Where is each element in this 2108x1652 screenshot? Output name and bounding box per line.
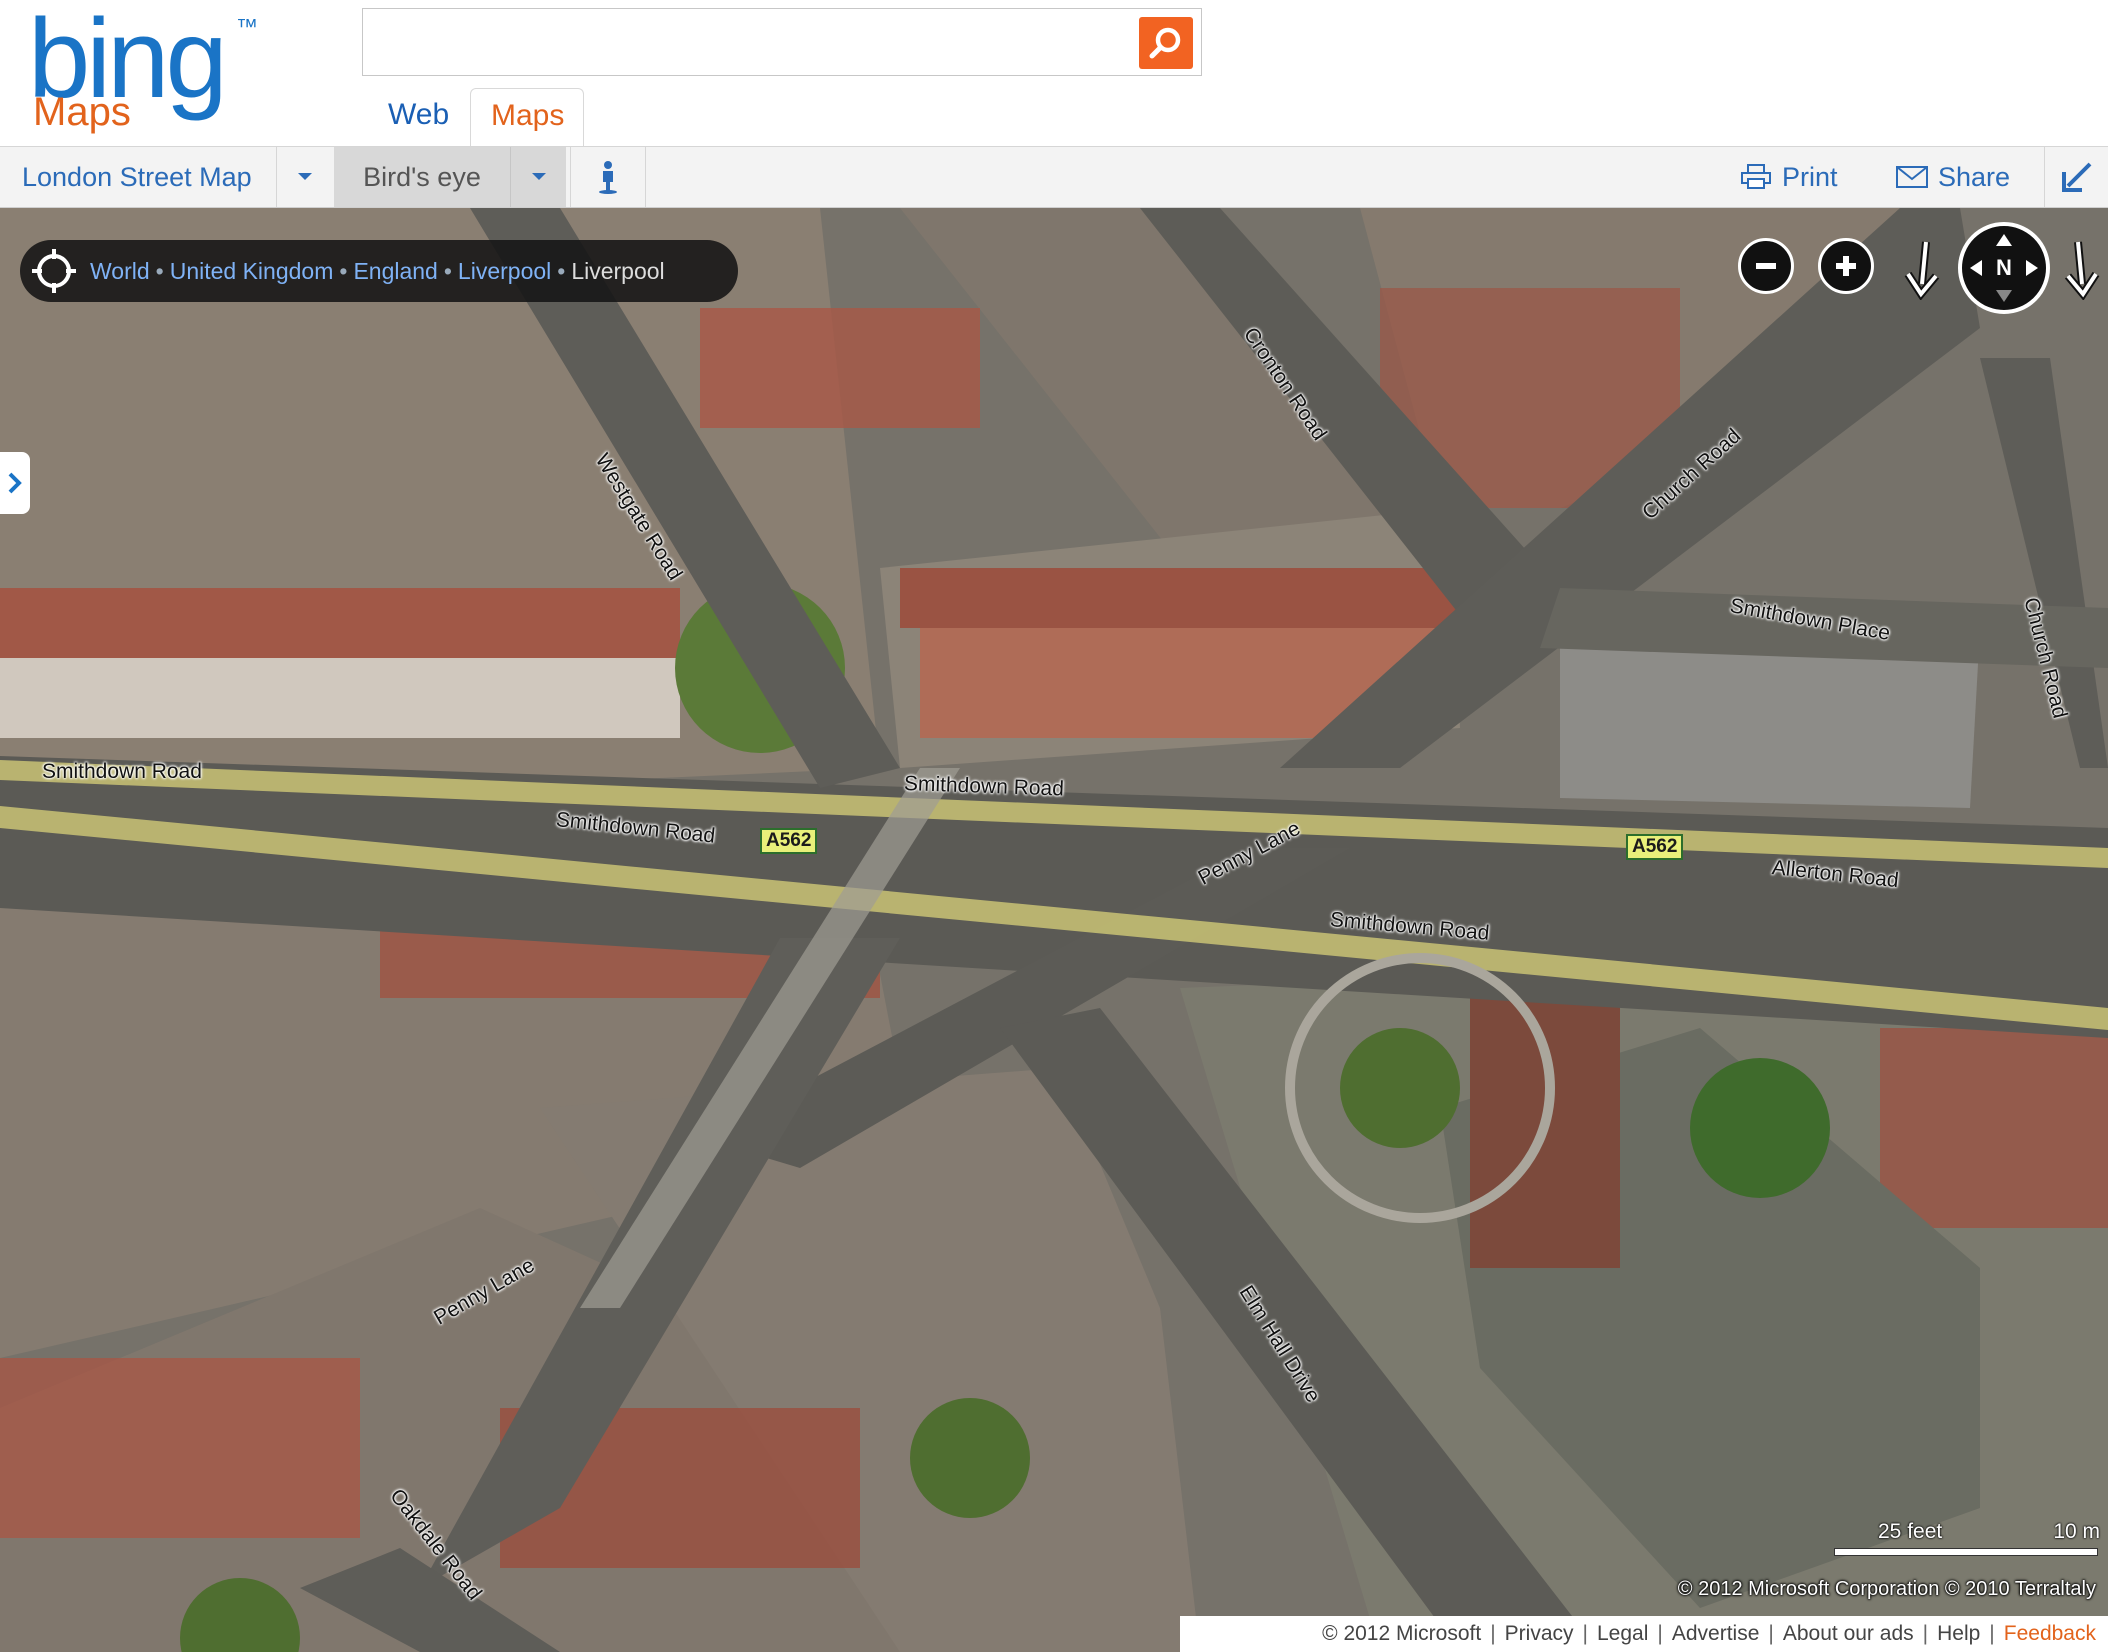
footer-separator: | xyxy=(1582,1622,1588,1645)
rotate-arrow-icon xyxy=(2064,241,2100,301)
road-shield-a562: A562 xyxy=(1626,834,1684,860)
breadcrumb-current: Liverpool xyxy=(571,257,665,284)
map-style-dropdown[interactable] xyxy=(276,147,332,207)
footer-separator: | xyxy=(1490,1622,1496,1645)
crosshair-icon xyxy=(32,249,76,293)
expand-panel-button[interactable] xyxy=(0,452,30,514)
footer-link-privacy[interactable]: Privacy xyxy=(1505,1622,1574,1646)
tab-maps[interactable]: Maps xyxy=(470,88,584,146)
footer-separator: | xyxy=(1989,1622,1995,1645)
road-label-smithdown-road: Smithdown Road xyxy=(42,760,202,783)
breadcrumb-united-kingdom[interactable]: United Kingdom xyxy=(170,258,334,285)
footer-link-about-our-ads[interactable]: About our ads xyxy=(1783,1622,1914,1646)
breadcrumb-liverpool[interactable]: Liverpool xyxy=(458,258,551,285)
view-mode-dropdown[interactable] xyxy=(510,147,566,207)
map-view[interactable]: Smithdown Road Smithdown Road Smithdown … xyxy=(0,208,2108,1652)
search-button[interactable] xyxy=(1139,17,1193,69)
breadcrumb-separator: • xyxy=(443,257,452,284)
map-toolbar: London Street Map Bird's eye Print Share xyxy=(0,146,2108,208)
chevron-down-icon xyxy=(531,173,546,180)
rotate-arrow-icon xyxy=(1904,241,1940,301)
breadcrumb-separator: • xyxy=(339,257,348,284)
footer-link-legal[interactable]: Legal xyxy=(1597,1622,1648,1646)
trademark-mark: ™ xyxy=(236,14,258,39)
print-label: Print xyxy=(1782,161,1838,192)
breadcrumb-world[interactable]: World xyxy=(90,258,150,285)
footer-separator: | xyxy=(1768,1622,1774,1645)
chevron-right-icon xyxy=(8,472,22,494)
envelope-icon xyxy=(1896,166,1928,188)
aerial-imagery xyxy=(0,208,2108,1652)
plus-icon xyxy=(1836,256,1856,276)
person-icon xyxy=(599,161,617,194)
printer-icon xyxy=(1741,164,1771,189)
rotate-right-button[interactable] xyxy=(2060,240,2104,305)
map-style-button[interactable]: London Street Map xyxy=(22,147,252,207)
scale-meters-label: 10 m xyxy=(2053,1520,2100,1543)
search-icon xyxy=(1149,27,1181,59)
breadcrumb-england[interactable]: England xyxy=(353,258,437,285)
footer-link-help[interactable]: Help xyxy=(1937,1622,1980,1646)
road-shield-a562: A562 xyxy=(760,828,818,854)
scale-feet-label: 25 feet xyxy=(1878,1520,1943,1543)
streetside-button[interactable] xyxy=(570,147,646,207)
map-scale: 25 feet 10 m xyxy=(1830,1520,2100,1560)
footer-link-advertise[interactable]: Advertise xyxy=(1672,1622,1760,1646)
birds-eye-button[interactable]: Bird's eye xyxy=(334,147,510,207)
feedback-link[interactable]: Feedback xyxy=(2004,1622,2096,1646)
header: bing ™ Maps Web Maps xyxy=(0,0,2108,146)
search-input[interactable] xyxy=(371,19,1135,67)
minus-icon xyxy=(1756,263,1776,269)
share-label: Share xyxy=(1938,161,2011,192)
imagery-copyright: © 2012 Microsoft Corporation © 2010 Terr… xyxy=(1677,1578,2096,1600)
tab-web[interactable]: Web xyxy=(368,88,469,146)
rotate-left-button[interactable] xyxy=(1900,240,1944,305)
arrow-collapse-icon xyxy=(2061,162,2091,192)
footer: © 2012 Microsoft | Privacy | Legal | Adv… xyxy=(1180,1616,2108,1652)
print-button[interactable]: Print xyxy=(1740,147,1838,207)
share-button[interactable]: Share xyxy=(1896,147,2010,207)
zoom-out-button[interactable] xyxy=(1738,238,1794,294)
product-name: Maps xyxy=(33,90,131,134)
chevron-down-icon xyxy=(297,173,312,180)
compass-button[interactable]: N xyxy=(1958,222,2050,314)
zoom-in-button[interactable] xyxy=(1818,238,1874,294)
locate-me-button[interactable] xyxy=(28,245,80,297)
breadcrumb-separator: • xyxy=(155,257,164,284)
location-breadcrumb: World • United Kingdom • England • Liver… xyxy=(20,240,738,302)
footer-separator: | xyxy=(1922,1622,1929,1645)
footer-separator: | xyxy=(1657,1622,1663,1645)
search-box xyxy=(362,8,1202,76)
compass-north-label: N xyxy=(1996,255,2012,280)
breadcrumb-separator: • xyxy=(557,257,566,284)
footer-copyright: © 2012 Microsoft xyxy=(1322,1622,1482,1645)
scale-bar xyxy=(1834,1548,2098,1556)
collapse-header-button[interactable] xyxy=(2044,147,2108,207)
